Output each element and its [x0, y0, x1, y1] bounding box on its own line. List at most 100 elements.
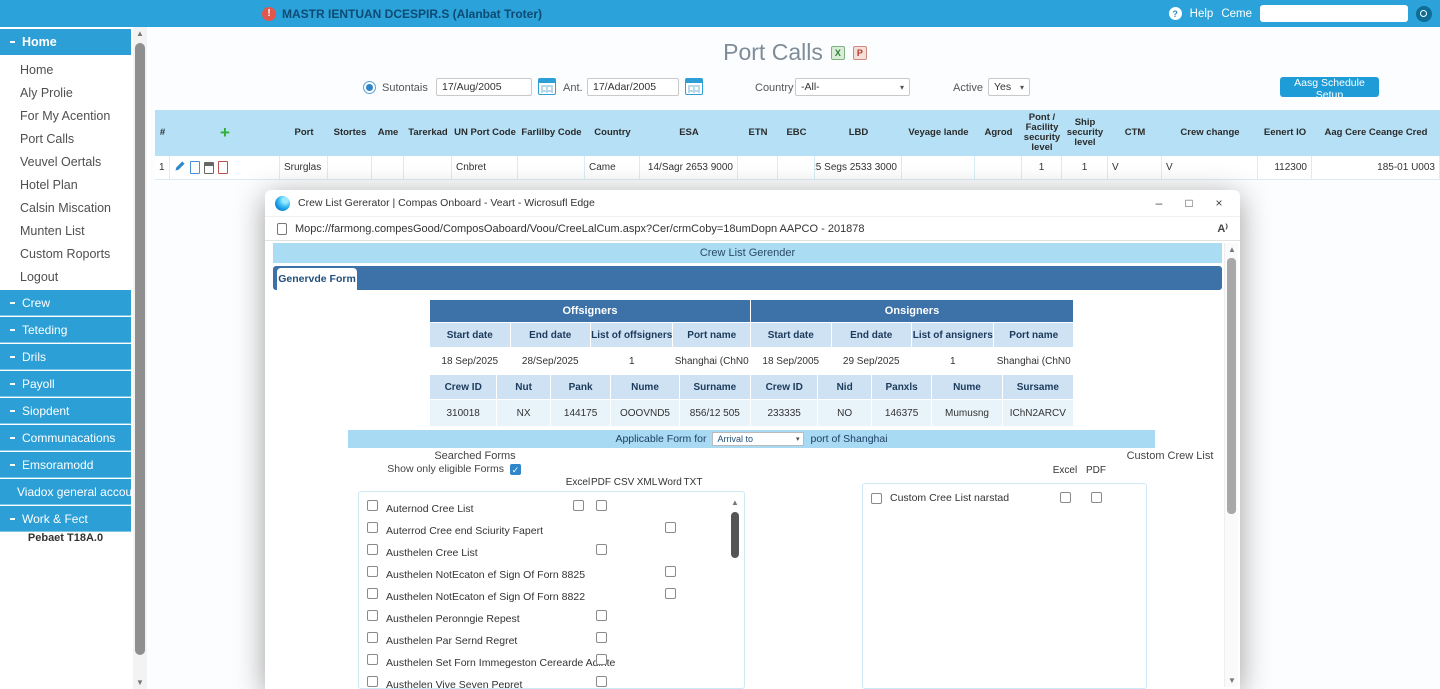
sidebar-item-munten-list[interactable]: Munten List	[0, 220, 131, 242]
date-range-radio[interactable]	[363, 81, 376, 94]
pdf-checkbox[interactable]	[596, 500, 607, 511]
form-checkbox[interactable]	[367, 588, 378, 599]
read-aloud-icon[interactable]: A⁾	[1217, 222, 1228, 235]
scroll-up-icon[interactable]: ▲	[133, 27, 147, 40]
table-cell: Port name	[673, 323, 750, 347]
calendar-icon[interactable]	[685, 78, 703, 95]
sidebar-item-port-calls[interactable]: Port Calls	[0, 128, 131, 150]
form-checkbox[interactable]	[367, 566, 378, 577]
search-input[interactable]	[1260, 5, 1408, 22]
pdf-checkbox[interactable]	[596, 676, 607, 687]
sidebar-section-teteding[interactable]: Teteding	[0, 317, 131, 343]
sidebar-item-calsin-miscation[interactable]: Calsin Miscation	[0, 197, 131, 219]
sidebar-item-veuvel-oertals[interactable]: Veuvel Oertals	[0, 151, 131, 173]
sidebar-section-payoll[interactable]: Payoll	[0, 371, 131, 397]
sidebar-item-home[interactable]: Home	[0, 59, 131, 81]
excel-checkbox[interactable]	[1060, 492, 1071, 503]
edit-pencil-icon[interactable]	[174, 160, 186, 175]
from-date-input[interactable]	[436, 78, 532, 96]
country-select[interactable]: -All- ▾	[795, 78, 910, 96]
sidebar-section-communacations[interactable]: Communacations	[0, 425, 131, 451]
sidebar-scroll-thumb[interactable]	[135, 43, 145, 655]
add-port-call-button[interactable]: +	[170, 110, 280, 156]
search-go-button[interactable]	[1416, 6, 1432, 22]
form-checkbox[interactable]	[367, 522, 378, 533]
column-header: ESA	[640, 110, 738, 156]
help-link[interactable]: Help	[1190, 8, 1214, 20]
active-select[interactable]: Yes ▾	[988, 78, 1030, 96]
scroll-down-icon[interactable]: ▼	[1225, 674, 1239, 687]
sidebar-item-for-my-acention[interactable]: For My Acention	[0, 105, 131, 127]
form-checkbox[interactable]	[367, 632, 378, 643]
word-checkbox[interactable]	[665, 588, 676, 599]
form-checkbox[interactable]	[367, 654, 378, 665]
column-header: UN Port Code	[452, 110, 518, 156]
portcalls-table-row[interactable]: 1SrurglasCnbretCame14/Sagr 2653 900025 S…	[155, 156, 1440, 180]
maximize-button[interactable]: □	[1178, 196, 1200, 210]
export-pdf-icon[interactable]: P	[853, 46, 867, 60]
pdf-doc-icon[interactable]	[218, 161, 228, 174]
close-button[interactable]: ×	[1208, 196, 1230, 210]
sidebar-section-crew[interactable]: Crew	[0, 290, 131, 316]
sidebar-scrollbar[interactable]: ▲ ▼	[133, 27, 147, 689]
page-info-icon[interactable]	[277, 223, 287, 235]
signers-columns-row: Start dateEnd dateList of offsignersPort…	[430, 323, 1073, 347]
eligible-forms-checkbox[interactable]: ✓	[510, 464, 521, 475]
print-icon[interactable]	[204, 162, 214, 174]
to-date-input[interactable]	[587, 78, 679, 96]
form-checkbox[interactable]	[367, 500, 378, 511]
calendar-icon[interactable]	[538, 78, 556, 95]
sidebar-item-custom-roports[interactable]: Custom Roports	[0, 243, 131, 265]
pdf-checkbox[interactable]	[596, 632, 607, 643]
document-icon[interactable]	[190, 161, 200, 174]
searched-forms-title: Searched Forms	[375, 450, 575, 462]
scroll-up-icon[interactable]: ▲	[1225, 243, 1239, 256]
sidebar-section-viadox-general-account[interactable]: Viadox general account	[0, 479, 131, 505]
sidebar-section-drils[interactable]: Drils	[0, 344, 131, 370]
forms-scroll-thumb[interactable]	[731, 512, 739, 558]
table-cell: Port name	[994, 323, 1073, 347]
word-checkbox[interactable]	[665, 522, 676, 533]
window-title-bar[interactable]: Crew List Gererator | Compas Onboard - V…	[265, 190, 1240, 216]
and-label: Ant.	[563, 82, 583, 94]
form-label: Austhelen NotEcaton ef Sign Of Forn 8825	[386, 569, 585, 581]
export-excel-icon[interactable]: X	[831, 46, 845, 60]
schedule-setup-button[interactable]: Aasg Schedule Setup	[1280, 77, 1379, 97]
scroll-up-icon[interactable]: ▲	[729, 496, 741, 509]
sidebar-item-logout[interactable]: Logout	[0, 266, 131, 288]
word-checkbox[interactable]	[665, 566, 676, 577]
pdf-checkbox[interactable]	[596, 654, 607, 665]
url-text[interactable]: Mopc://farmong.compesGood/ComposOaboard/…	[295, 223, 1209, 235]
sidebar-section-siopdent[interactable]: Siopdent	[0, 398, 131, 424]
pdf-checkbox[interactable]	[596, 544, 607, 555]
sidebar-item-hotel-plan[interactable]: Hotel Plan	[0, 174, 131, 196]
pdf-checkbox[interactable]	[596, 610, 607, 621]
scroll-down-icon[interactable]: ▼	[133, 676, 147, 689]
modal-scrollbar[interactable]: ▲ ▼	[1224, 243, 1238, 687]
sidebar-section-emsoramodd[interactable]: Emsoramodd	[0, 452, 131, 478]
table-cell: Crew ID	[751, 375, 817, 399]
form-checkbox[interactable]	[367, 676, 378, 687]
table-cell: 856/12 505	[680, 400, 750, 426]
bullet-icon	[10, 464, 15, 466]
table-cell: 1	[1062, 156, 1108, 179]
excel-checkbox[interactable]	[573, 500, 584, 511]
sidebar-item-home-root[interactable]: Home	[0, 29, 131, 55]
pdf-checkbox[interactable]	[1091, 492, 1102, 503]
arrival-select[interactable]: Arrival to ▾	[712, 432, 804, 446]
tab-generate-form[interactable]: Genervde Form	[277, 268, 357, 290]
form-checkbox[interactable]	[367, 544, 378, 555]
custom-item-checkbox[interactable]	[871, 493, 882, 504]
address-bar[interactable]: Mopc://farmong.compesGood/ComposOaboard/…	[265, 216, 1240, 241]
form-checkbox[interactable]	[367, 610, 378, 621]
bullet-icon	[10, 302, 15, 304]
help-icon[interactable]: ?	[1169, 7, 1182, 20]
form-label: Austhelen Par Sernd Regret	[386, 635, 517, 647]
forms-list-scrollbar[interactable]: ▲	[729, 496, 741, 686]
column-header: Eenert IO	[1258, 110, 1312, 156]
applicable-prefix: Applicable Form for	[615, 433, 706, 445]
sidebar-item-aly-prolie[interactable]: Aly Prolie	[0, 82, 131, 104]
sidebar-section-work-fect[interactable]: Work & Fect	[0, 506, 131, 532]
modal-scroll-thumb[interactable]	[1227, 258, 1236, 514]
minimize-button[interactable]: –	[1148, 196, 1170, 210]
